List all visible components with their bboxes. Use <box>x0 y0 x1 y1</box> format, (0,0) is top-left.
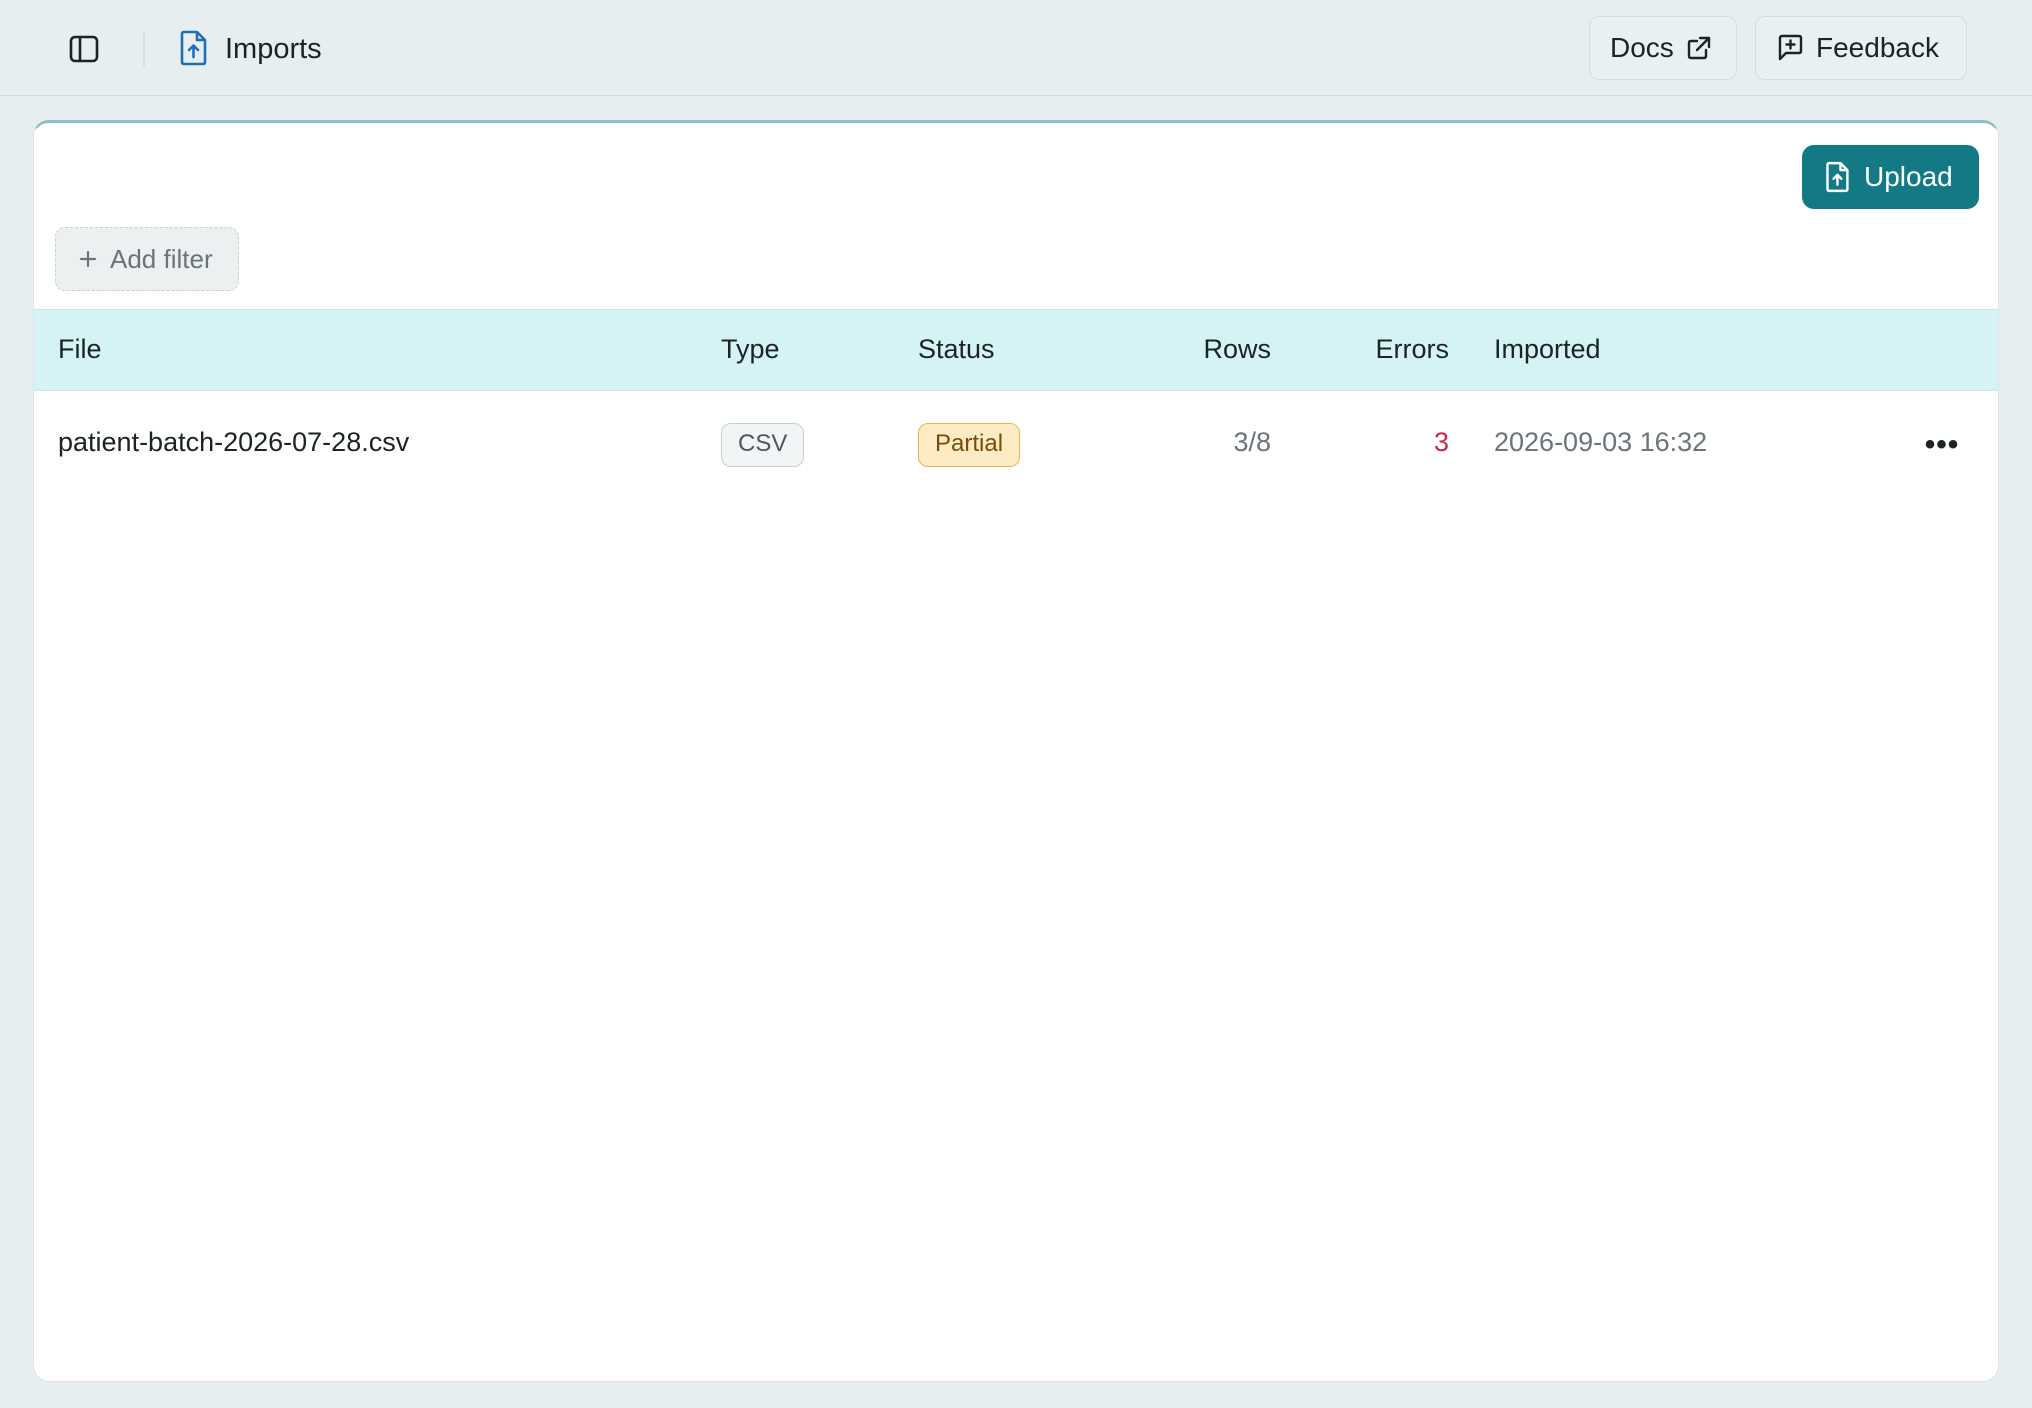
message-plus-icon <box>1778 34 1803 61</box>
column-header-rows[interactable]: Rows <box>1203 334 1271 365</box>
column-header-imported[interactable]: Imported <box>1494 334 1601 365</box>
status-badge: Partial <box>918 423 1021 467</box>
docs-label: Docs <box>1610 32 1674 63</box>
top-bar: Imports Docs Feedback <box>0 0 2032 96</box>
column-header-file[interactable]: File <box>58 334 102 365</box>
file-name[interactable]: patient-batch-2026-07-28.csv <box>58 427 409 458</box>
page-title: Imports <box>225 33 322 65</box>
errors-count: 3 <box>1433 427 1449 457</box>
header-divider <box>143 32 145 66</box>
imports-table: File Type Status Rows Errors Imported pa… <box>34 309 1998 497</box>
column-header-errors[interactable]: Errors <box>1376 334 1450 365</box>
file-upload-icon <box>180 30 207 66</box>
type-cell: CSV <box>721 423 805 467</box>
imported-timestamp: 2026-09-03 16:32 <box>1494 427 1708 457</box>
add-filter-button[interactable]: Add filter <box>55 227 239 291</box>
sidebar-toggle-icon <box>69 35 99 63</box>
feedback-button[interactable]: Feedback <box>1755 16 1967 80</box>
plus-icon <box>79 250 97 268</box>
imports-panel: Upload Add filter File Type Status Rows … <box>33 120 1999 1382</box>
status-cell: Partial <box>918 423 1021 467</box>
table-row[interactable]: patient-batch-2026-07-28.csv CSV Partial… <box>34 391 1998 497</box>
table-header: File Type Status Rows Errors Imported <box>34 309 1998 391</box>
upload-button[interactable]: Upload <box>1802 145 1979 209</box>
external-link-icon <box>1687 36 1710 60</box>
more-horizontal-icon: ••• <box>1924 428 1960 461</box>
column-header-type[interactable]: Type <box>721 334 780 365</box>
add-filter-label: Add filter <box>110 243 213 274</box>
feedback-label: Feedback <box>1816 32 1939 63</box>
rows-count: 3/8 <box>1233 427 1271 457</box>
upload-label: Upload <box>1864 161 1953 192</box>
type-badge: CSV <box>721 423 805 467</box>
file-upload-icon <box>1826 161 1849 193</box>
column-header-status[interactable]: Status <box>918 334 995 365</box>
sidebar-toggle-button[interactable] <box>60 26 108 72</box>
docs-button[interactable]: Docs <box>1589 16 1737 80</box>
row-actions-button[interactable]: ••• <box>1920 425 1964 465</box>
